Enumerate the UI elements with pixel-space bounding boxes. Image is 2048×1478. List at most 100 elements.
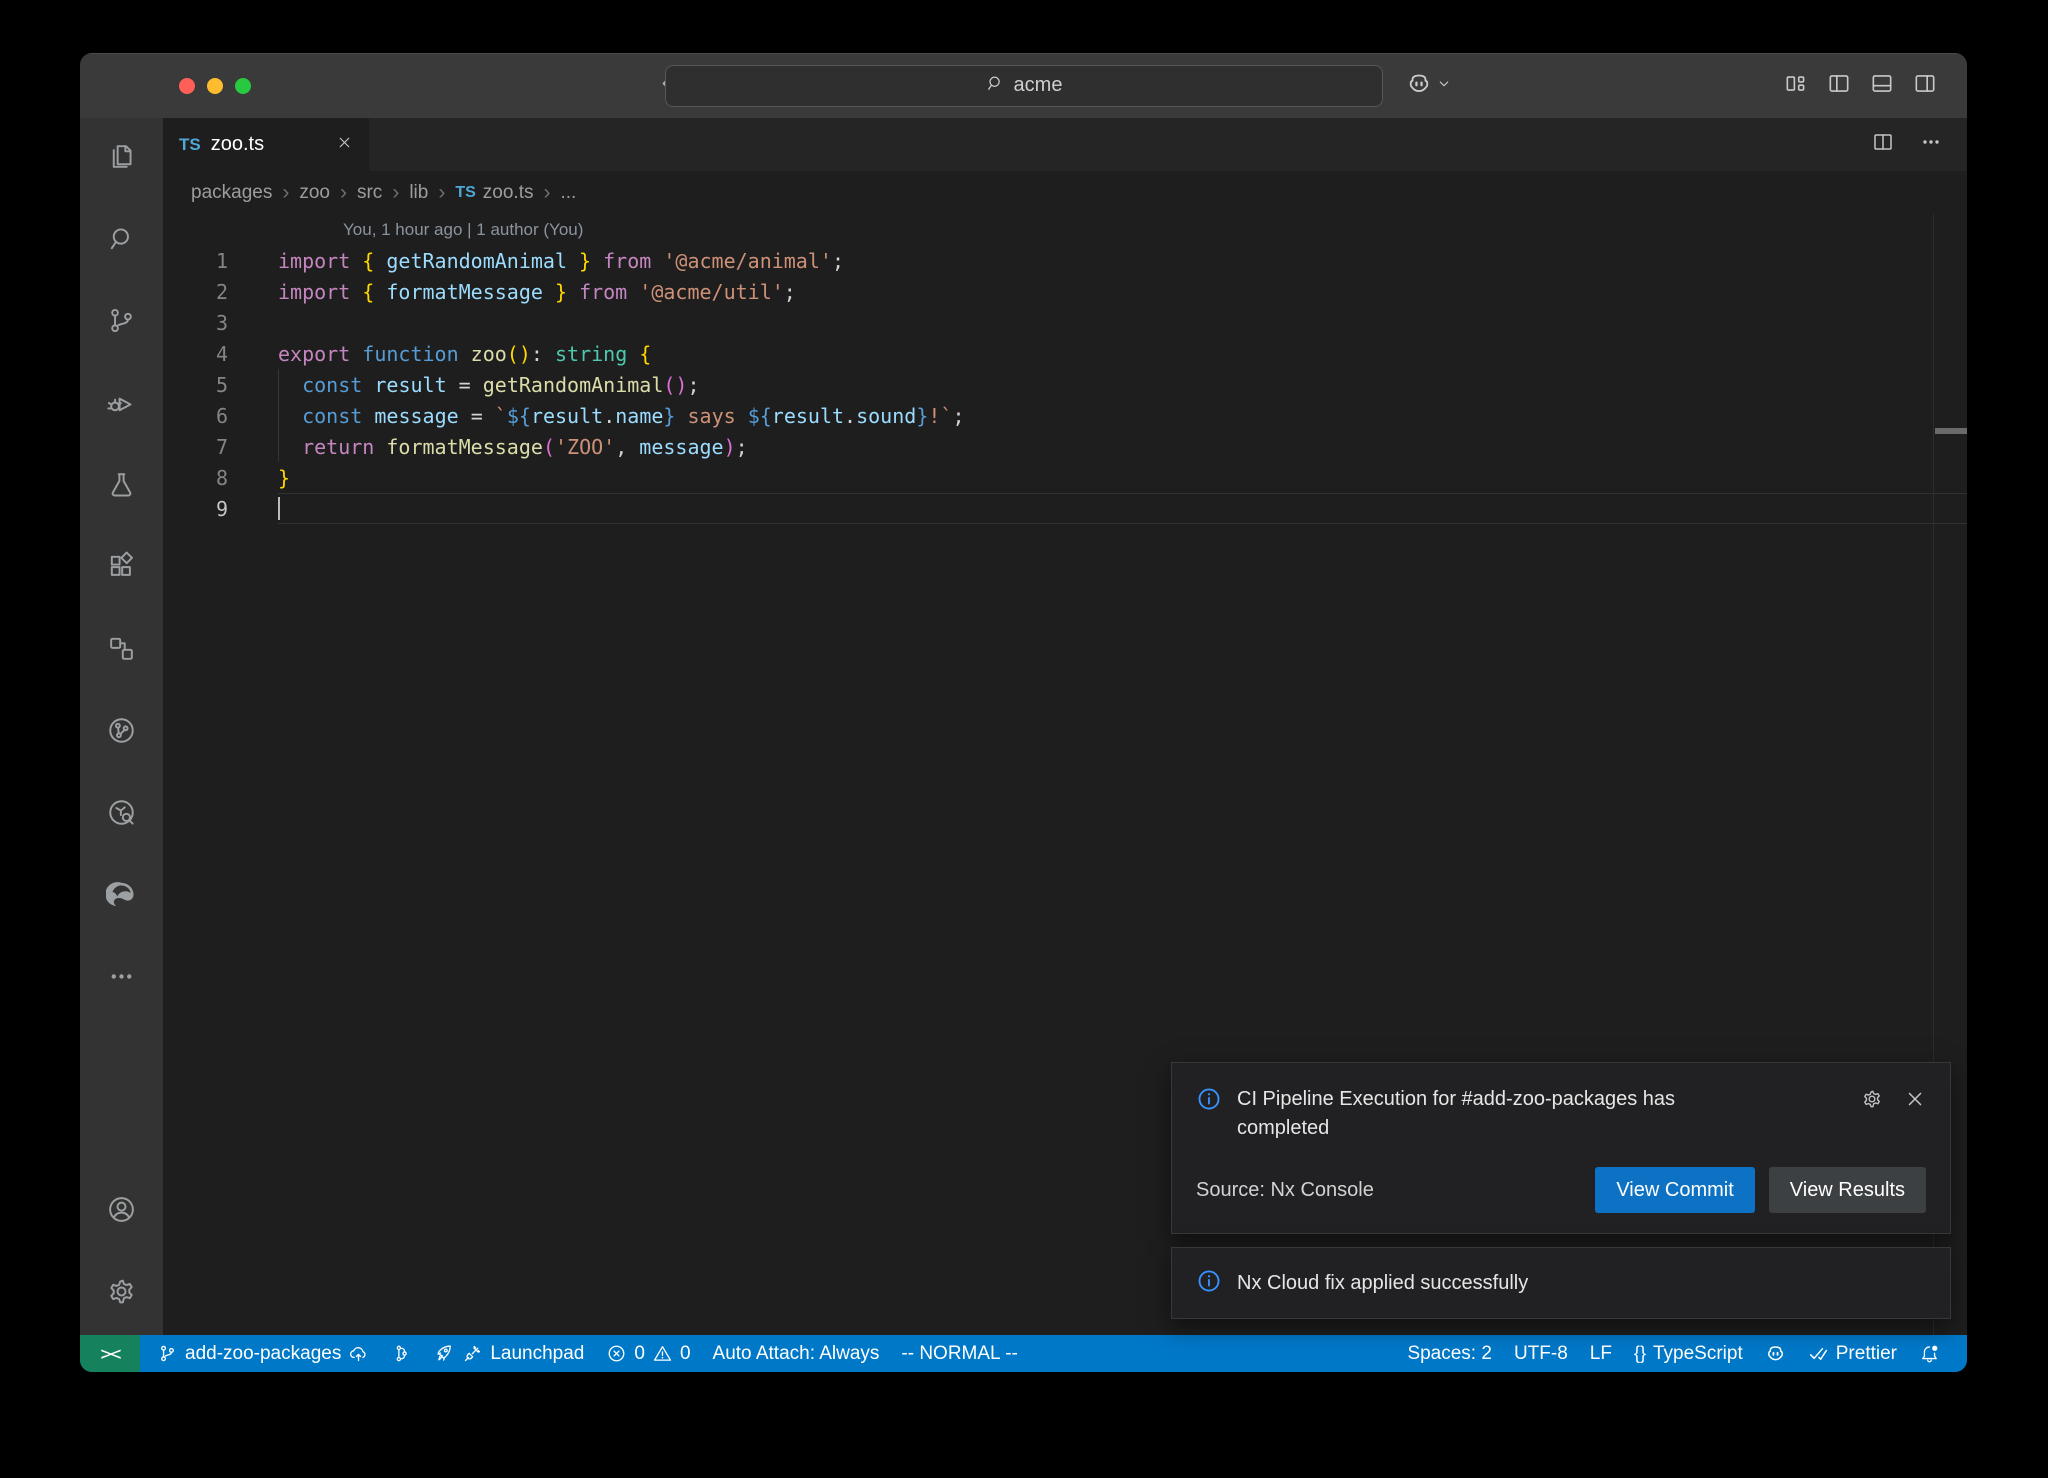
explorer-icon [106,141,137,177]
line-number: 6 [163,404,228,428]
code-line-5[interactable]: 5 const result = getRandomAnimal(); [163,369,1967,400]
close-tab-icon[interactable] [336,134,353,156]
code-line-9[interactable]: 9 [163,493,1967,524]
activity-run-debug-button[interactable] [80,364,163,446]
activity-testing-button[interactable] [80,446,163,528]
status-label: TypeScript [1653,1343,1743,1365]
cloud-upload-icon [348,1343,369,1364]
breadcrumb-label: packages [191,182,272,204]
toggle-panel-right-icon[interactable] [1912,70,1938,101]
status-git-graph[interactable] [380,1335,423,1372]
activity-account-button[interactable] [80,1171,163,1253]
toggle-panel-bottom-icon[interactable] [1869,70,1895,101]
breadcrumb-label: src [357,182,382,204]
status-language[interactable]: {}TypeScript [1623,1335,1754,1372]
view-commit-button[interactable]: View Commit [1595,1167,1754,1213]
notification-gear-icon[interactable] [1861,1088,1883,1116]
status-bar: >< add-zoo-packages Launchpad00Auto Attac… [80,1335,1967,1372]
breadcrumb-item[interactable]: src [357,182,382,204]
breadcrumb-item[interactable]: packages [191,182,272,204]
nx-console-icon [106,715,137,751]
breadcrumb-label: zoo.ts [483,182,534,204]
code-lens-blame[interactable]: You, 1 hour ago | 1 author (You) [343,220,583,240]
more-actions-icon[interactable] [1919,130,1943,159]
status-auto-attach[interactable]: Auto Attach: Always [702,1335,891,1372]
info-icon [1196,1086,1222,1118]
rocket-icon [434,1343,455,1364]
notification-message: CI Pipeline Execution for #add-zoo-packa… [1237,1085,1757,1143]
notification-toast: CI Pipeline Execution for #add-zoo-packa… [1171,1062,1951,1234]
breadcrumb-separator: › [438,181,445,205]
breadcrumb-item[interactable]: ... [560,182,576,204]
status-vim-mode[interactable]: -- NORMAL -- [890,1335,1028,1372]
breadcrumb-separator: › [340,181,347,205]
activity-search-button[interactable] [80,200,163,282]
activity-nx-project-button[interactable] [80,610,163,692]
account-icon [106,1194,137,1230]
activity-settings-gear-button[interactable] [80,1253,163,1335]
tab-label: zoo.ts [211,133,264,156]
status-problems[interactable]: 00 [595,1335,701,1372]
close-window-button[interactable] [179,78,195,94]
status-copilot[interactable] [1754,1335,1797,1372]
code-line-8[interactable]: 8} [163,462,1967,493]
status-label: UTF-8 [1514,1343,1568,1365]
code-line-1[interactable]: 1import { getRandomAnimal } from '@acme/… [163,245,1967,276]
remote-indicator[interactable]: >< [80,1335,140,1372]
layout-controls [1783,70,1938,101]
status-label: -- NORMAL -- [901,1343,1017,1365]
activity-bar [80,118,163,1335]
split-editor-icon[interactable] [1871,130,1895,159]
activity-extensions-button[interactable] [80,528,163,610]
zoom-window-button[interactable] [235,78,251,94]
status-eol[interactable]: LF [1579,1335,1623,1372]
status-label: Spaces: 2 [1407,1343,1492,1365]
text-cursor [278,497,280,520]
breadcrumb-separator: › [392,181,399,205]
toggle-panel-left-icon[interactable] [1826,70,1852,101]
typescript-file-icon: TS [455,184,475,202]
code-line-6[interactable]: 6 const message = `${result.name} says $… [163,400,1967,431]
line-content: import { formatMessage } from '@acme/uti… [278,280,796,304]
code-lens-blame-row: You, 1 hour ago | 1 author (You) [163,214,1967,245]
activity-nx-cloud-button[interactable] [80,774,163,856]
activity-more-button[interactable] [80,938,163,1020]
activity-nx-console-button[interactable] [80,692,163,774]
copilot-icon [1765,1343,1786,1364]
code-line-4[interactable]: 4export function zoo(): string { [163,338,1967,369]
status-branch[interactable]: add-zoo-packages [146,1335,380,1372]
status-prettier[interactable]: Prettier [1797,1335,1908,1372]
command-center-search[interactable]: acme [665,65,1383,107]
status-bar-left: add-zoo-packages Launchpad00Auto Attach: … [146,1335,1029,1372]
breadcrumb-item[interactable]: lib [409,182,428,204]
activity-source-control-button[interactable] [80,282,163,364]
activity-explorer-button[interactable] [80,118,163,200]
customize-layout-icon[interactable] [1783,70,1809,101]
copilot-menu-button[interactable] [1406,70,1453,101]
minimize-window-button[interactable] [207,78,223,94]
edge-browser-icon [106,879,137,915]
search-icon [985,73,1005,99]
code-line-7[interactable]: 7 return formatMessage('ZOO', message); [163,431,1967,462]
current-line-highlight [278,493,1967,524]
chevron-down-icon [1435,74,1453,97]
status-notifications-bell[interactable] [1908,1335,1951,1372]
desktop-background: acme TS zoo.ts [0,0,2048,1478]
notification-close-icon[interactable] [1904,1088,1926,1116]
line-number: 3 [163,311,228,335]
breadcrumb-item[interactable]: zoo [299,182,330,204]
code-line-2[interactable]: 2import { formatMessage } from '@acme/ut… [163,276,1967,307]
breadcrumb-item[interactable]: TS zoo.ts [455,182,533,204]
status-launchpad[interactable]: Launchpad [423,1335,595,1372]
view-results-button[interactable]: View Results [1769,1167,1926,1213]
line-content: const message = `${result.name} says ${r… [278,404,965,428]
status-encoding[interactable]: UTF-8 [1503,1335,1579,1372]
tab-zoo-ts[interactable]: TS zoo.ts [163,118,369,171]
status-indentation[interactable]: Spaces: 2 [1396,1335,1503,1372]
typescript-file-icon: TS [179,135,201,155]
code-line-3[interactable]: 3 [163,307,1967,338]
overview-ruler-cursor-marker [1935,428,1967,434]
activity-edge-browser-button[interactable] [80,856,163,938]
status-label-2: 0 [680,1343,691,1365]
line-number: 7 [163,435,228,459]
